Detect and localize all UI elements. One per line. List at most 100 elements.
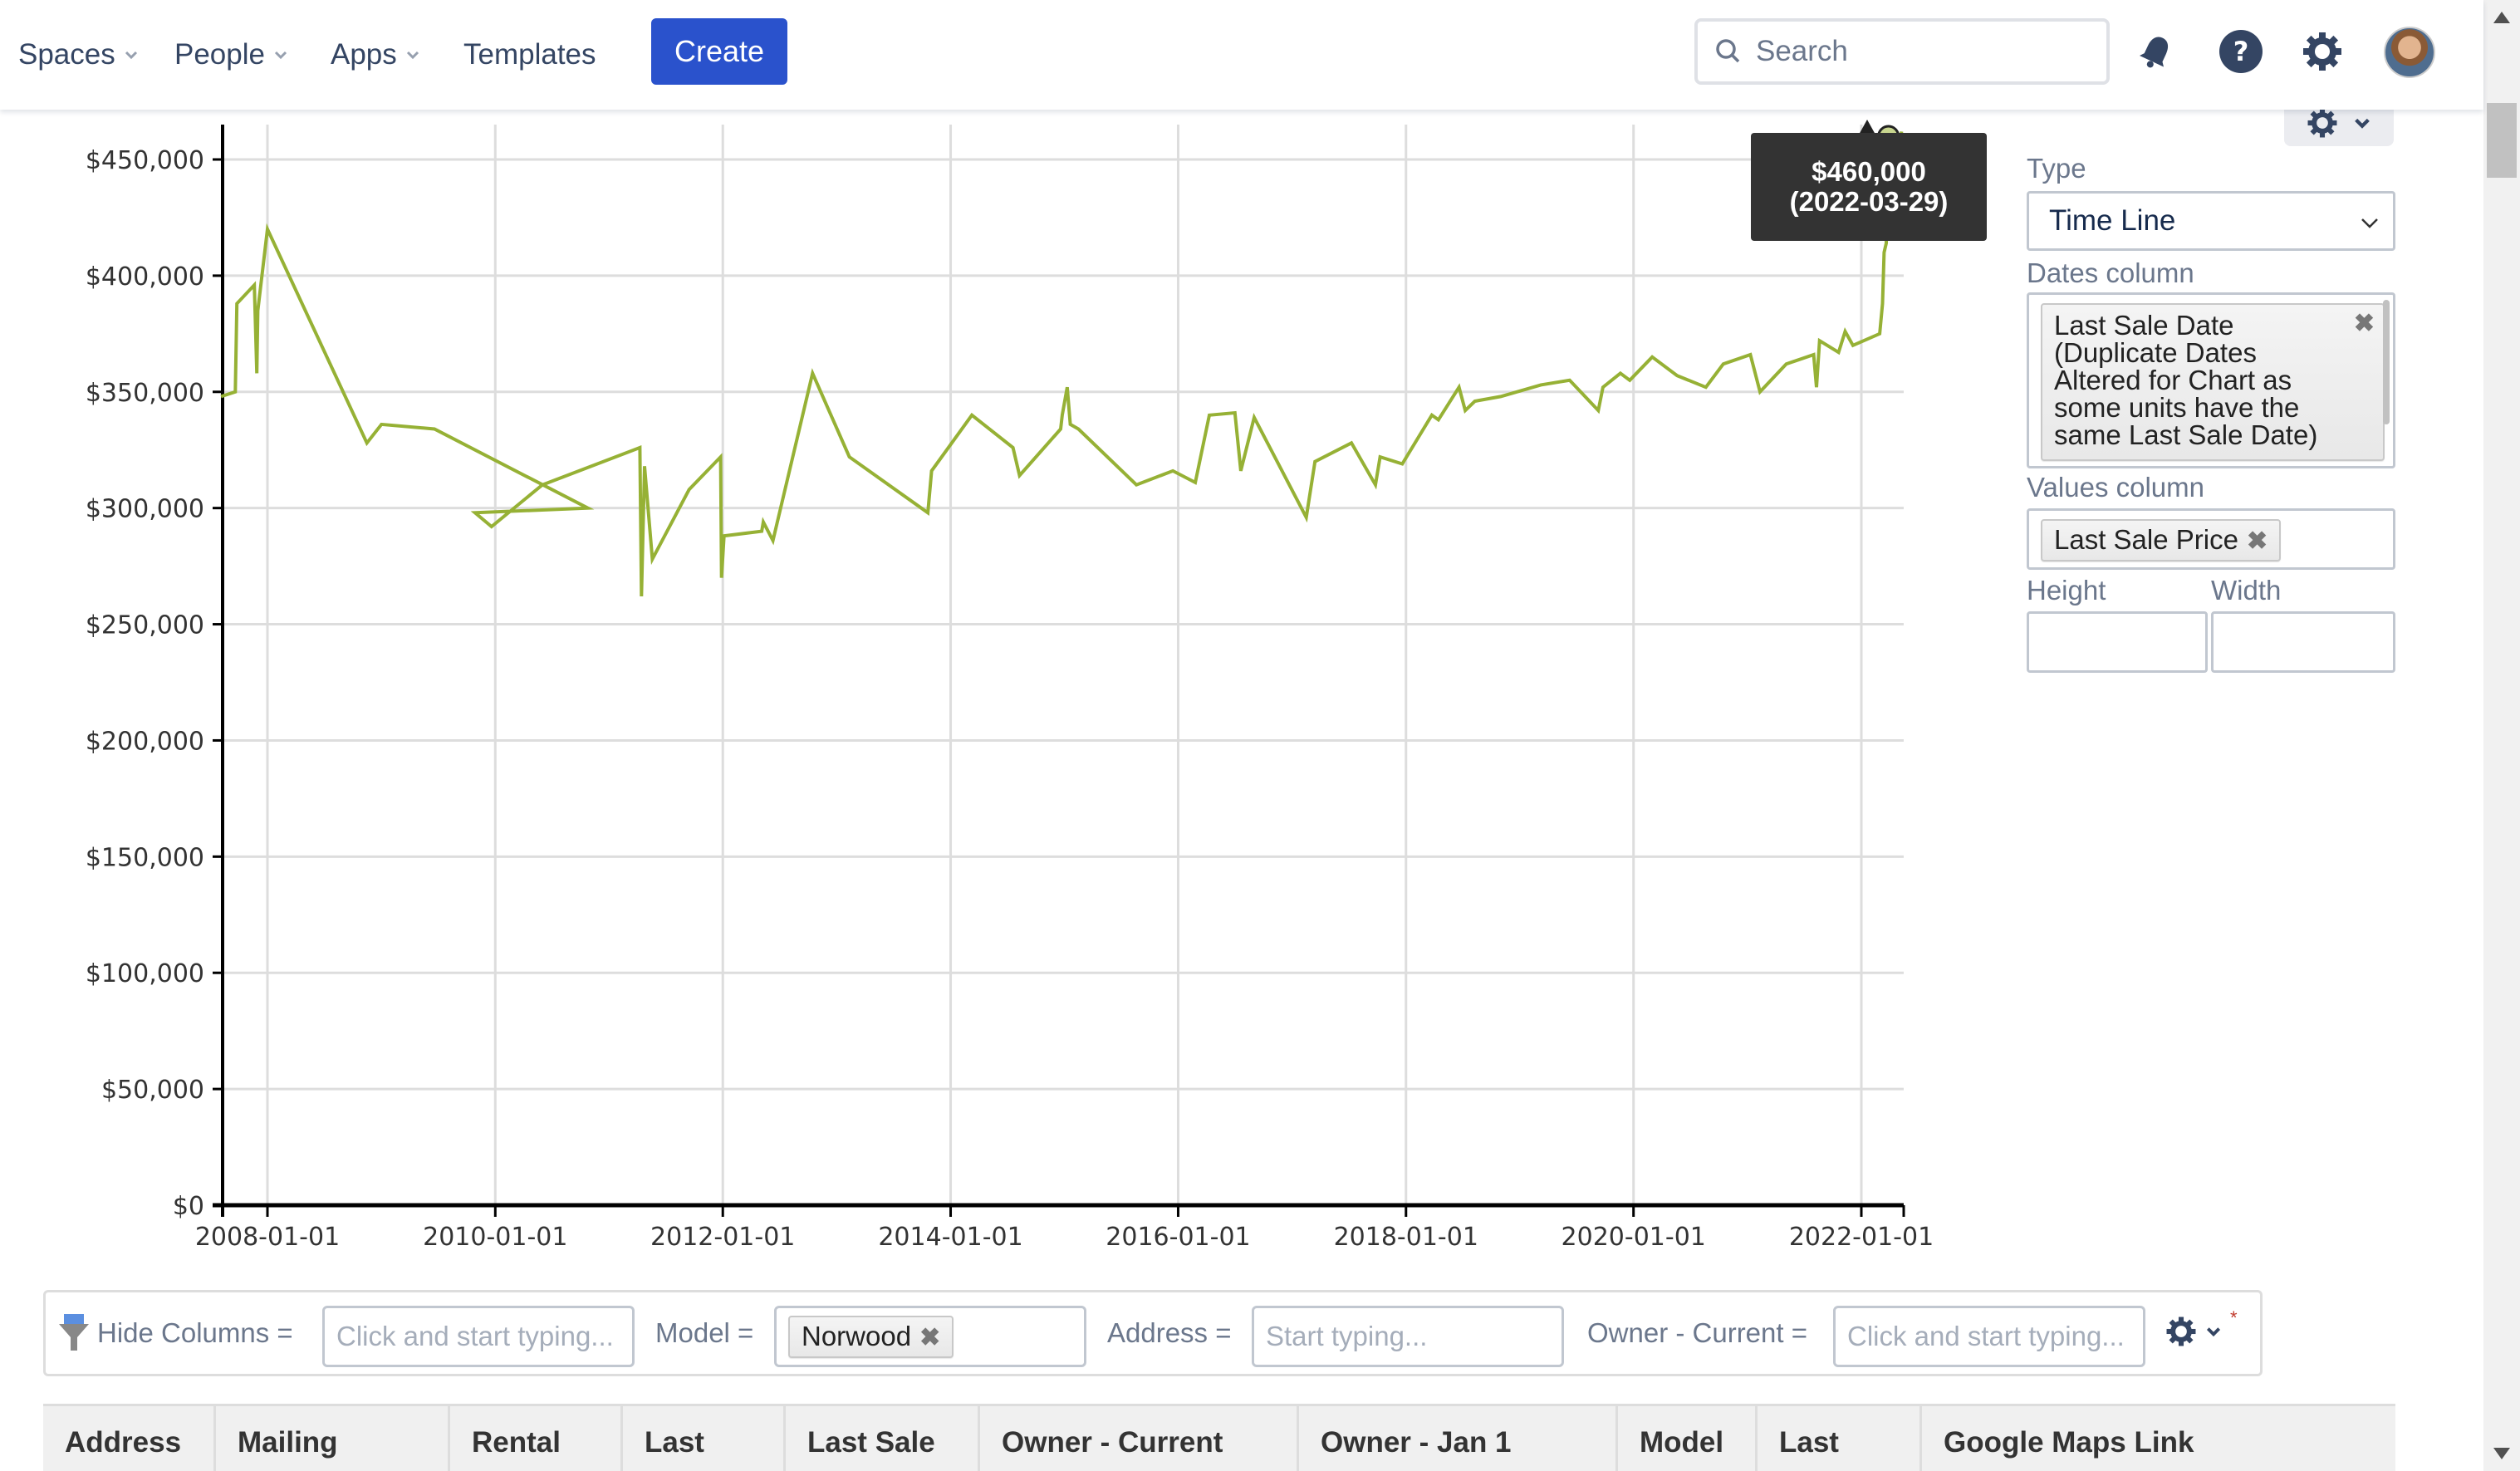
hide-columns-label: Hide Columns = [97,1317,293,1348]
tooltip-date: (2022-03-29) [1789,186,1949,217]
column-header-address[interactable]: Address [43,1406,216,1471]
height-label: Height [2027,575,2106,606]
x-tick-label: 2018-01-01 [1334,1223,1478,1252]
nav-apps-menu[interactable]: Apps [331,33,420,76]
top-navigation-bar: Spaces People Apps Templates Create ? [0,0,2483,110]
x-tick-label: 2020-01-01 [1562,1223,1706,1252]
tooltip-value: $460,000 [1812,156,1926,187]
column-header-model[interactable]: Model [1618,1406,1758,1471]
values-column-chip: Last Sale Price ✖ [2041,519,2282,561]
y-tick-label: $200,000 [86,727,204,756]
search-icon [1716,39,1740,63]
chevron-down-icon [2206,1327,2221,1337]
dates-column-chip: Last Sale Date (Duplicate Dates Altered … [2041,303,2385,461]
chart-grid [223,125,1904,1205]
type-label: Type [2027,153,2086,184]
filter-funnel-icon [59,1314,89,1351]
chip-line: Altered for Chart as [2054,365,2292,395]
scroll-down-arrow-icon[interactable] [2493,1448,2510,1459]
height-input[interactable] [2027,611,2208,673]
nav-templates-link[interactable]: Templates [463,33,596,76]
time-line-chart: $0 $50,000 $100,000 $150,000 $200,000 $250,00… [86,125,1934,1252]
chart-type-select[interactable]: Time Line [2027,191,2395,251]
settings-button[interactable] [2299,28,2346,75]
address-input[interactable] [1266,1321,1562,1352]
values-column-label: Values column [2027,472,2205,503]
chip-line: same Last Sale Date) [2054,419,2318,450]
svg-text:?: ? [2233,36,2249,67]
hide-columns-input[interactable] [336,1321,632,1352]
column-header-rental[interactable]: Rental [450,1406,623,1471]
chart-tooltip: $460,000 (2022-03-29) [1751,133,1987,241]
x-tick-label: 2016-01-01 [1106,1223,1250,1252]
hide-columns-filter[interactable] [322,1306,635,1367]
y-tick-label: $150,000 [86,843,204,872]
nav-people-menu[interactable]: People [174,33,288,76]
x-tick-label: 2022-01-01 [1789,1223,1934,1252]
search-input[interactable] [1756,35,2088,68]
column-header-last-2[interactable]: Last [1758,1406,1922,1471]
required-asterisk-icon: * [2230,1307,2238,1328]
chip-line: (Duplicate Dates [2054,337,2257,368]
owner-current-filter[interactable] [1833,1306,2145,1367]
y-tick-label: $50,000 [101,1076,204,1105]
search-box[interactable] [1694,18,2110,85]
values-column-field[interactable]: Last Sale Price ✖ [2027,508,2395,570]
create-button[interactable]: Create [651,18,787,85]
chip-line: Last Sale Date [2054,310,2234,341]
y-tick-label: $400,000 [86,262,204,292]
settings-gear-icon [2303,32,2341,71]
filter-settings-button[interactable]: * [2165,1307,2238,1347]
scroll-up-arrow-icon[interactable] [2493,12,2510,23]
column-header-owner-current[interactable]: Owner - Current [980,1406,1299,1471]
help-button[interactable]: ? [2218,28,2264,75]
x-tick-label: 2014-01-01 [878,1223,1022,1252]
nav-spaces-menu[interactable]: Spaces [18,33,139,76]
user-avatar[interactable] [2384,27,2435,78]
column-header-last[interactable]: Last [623,1406,786,1471]
page-scrollbar[interactable] [2483,0,2520,1471]
model-filter[interactable]: Norwood ✖ [774,1306,1086,1367]
nav-spaces-label: Spaces [18,38,115,71]
nav-people-label: People [174,38,265,71]
column-header-google-maps-link[interactable]: Google Maps Link [1922,1406,2395,1471]
notifications-button[interactable] [2133,28,2179,75]
remove-chip-close-icon[interactable]: ✖ [919,1324,940,1351]
chart-type-value: Time Line [2049,204,2176,237]
x-tick-label: 2010-01-01 [423,1223,567,1252]
dates-field-scrollbar[interactable] [2383,300,2390,424]
chart-axes: $0 $50,000 $100,000 $150,000 $200,000 $250,00… [86,125,1934,1252]
address-filter[interactable] [1252,1306,1564,1367]
column-header-owner-jan-1[interactable]: Owner - Jan 1 [1299,1406,1618,1471]
x-tick-label: 2012-01-01 [650,1223,795,1252]
width-input[interactable] [2211,611,2395,673]
dates-column-field[interactable]: Last Sale Date (Duplicate Dates Altered … [2027,292,2395,468]
remove-chip-close-icon[interactable]: ✖ [2247,527,2268,555]
nav-templates-label: Templates [463,38,596,71]
gear-icon [2166,1317,2196,1346]
chevron-down-icon [406,51,419,60]
chip-label: Last Sale Price [2054,524,2238,555]
column-header-last-sale[interactable]: Last Sale [786,1406,980,1471]
chip-label: Norwood [802,1320,912,1351]
chevron-down-icon [125,51,137,60]
chart-series [220,125,1904,597]
remove-chip-close-icon[interactable]: ✖ [2354,310,2375,337]
column-header-mailing[interactable]: Mailing [216,1406,450,1471]
address-filter-label: Address = [1107,1317,1232,1348]
chevron-down-icon [2361,218,2378,228]
y-tick-label: $450,000 [86,146,204,175]
scrollbar-thumb[interactable] [2487,103,2517,178]
owner-current-input[interactable] [1847,1321,2143,1352]
dates-column-label: Dates column [2027,257,2194,288]
table-header-row: Address Mailing Rental Last Last Sale Ow… [43,1404,2395,1471]
y-tick-label: $100,000 [86,959,204,988]
y-tick-label: $0 [173,1192,204,1221]
y-tick-label: $300,000 [86,495,204,524]
model-filter-label: Model = [655,1317,754,1348]
chip-line: some units have the [2054,392,2300,423]
nav-apps-label: Apps [331,38,397,71]
chevron-down-icon [2355,118,2370,129]
y-tick-label: $250,000 [86,611,204,640]
owner-current-filter-label: Owner - Current = [1587,1317,1807,1348]
